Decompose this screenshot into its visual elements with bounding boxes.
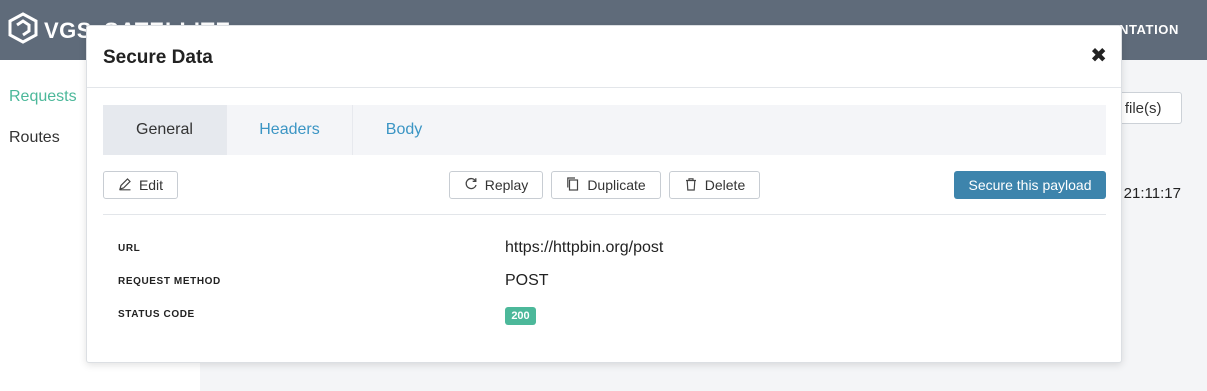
edit-button[interactable]: Edit xyxy=(103,171,178,199)
tab-headers[interactable]: Headers xyxy=(227,105,353,155)
close-icon[interactable]: ✖ xyxy=(1090,46,1107,66)
delete-button[interactable]: Delete xyxy=(669,171,760,199)
request-timestamp: y 21:11:17 xyxy=(1112,185,1181,202)
tab-general[interactable]: General xyxy=(103,105,227,155)
refresh-icon xyxy=(464,177,478,194)
secure-data-modal: Secure Data ✖ General Headers Body Edit … xyxy=(86,25,1122,363)
duplicate-button[interactable]: Duplicate xyxy=(551,171,661,199)
status-badge: 200 xyxy=(505,307,536,325)
request-method-value: POST xyxy=(505,272,549,289)
tab-body[interactable]: Body xyxy=(353,105,455,155)
trash-icon xyxy=(684,177,698,194)
request-method-label: REQUEST METHOD xyxy=(118,276,221,287)
duplicate-button-label: Duplicate xyxy=(587,177,646,193)
copy-icon xyxy=(566,176,580,194)
replay-button-label: Replay xyxy=(484,177,529,193)
status-code-label: STATUS CODE xyxy=(118,309,195,320)
logo-text: VGS xyxy=(44,17,92,43)
secure-payload-button[interactable]: Secure this payload xyxy=(954,171,1106,199)
sidebar-item-routes[interactable]: Routes xyxy=(9,129,60,147)
delete-button-label: Delete xyxy=(704,177,746,193)
modal-title: Secure Data xyxy=(103,47,213,68)
replay-button[interactable]: Replay xyxy=(449,171,543,199)
sidebar-item-requests[interactable]: Requests xyxy=(9,88,77,106)
modal-tabs: General Headers Body xyxy=(103,105,1106,155)
section-divider xyxy=(103,214,1106,215)
url-value: https://httpbin.org/post xyxy=(505,239,664,256)
url-label: URL xyxy=(118,243,141,254)
pencil-icon xyxy=(118,177,132,194)
vgs-logo-icon xyxy=(8,12,38,49)
modal-header: Secure Data ✖ xyxy=(87,26,1121,88)
edit-button-label: Edit xyxy=(138,177,164,193)
